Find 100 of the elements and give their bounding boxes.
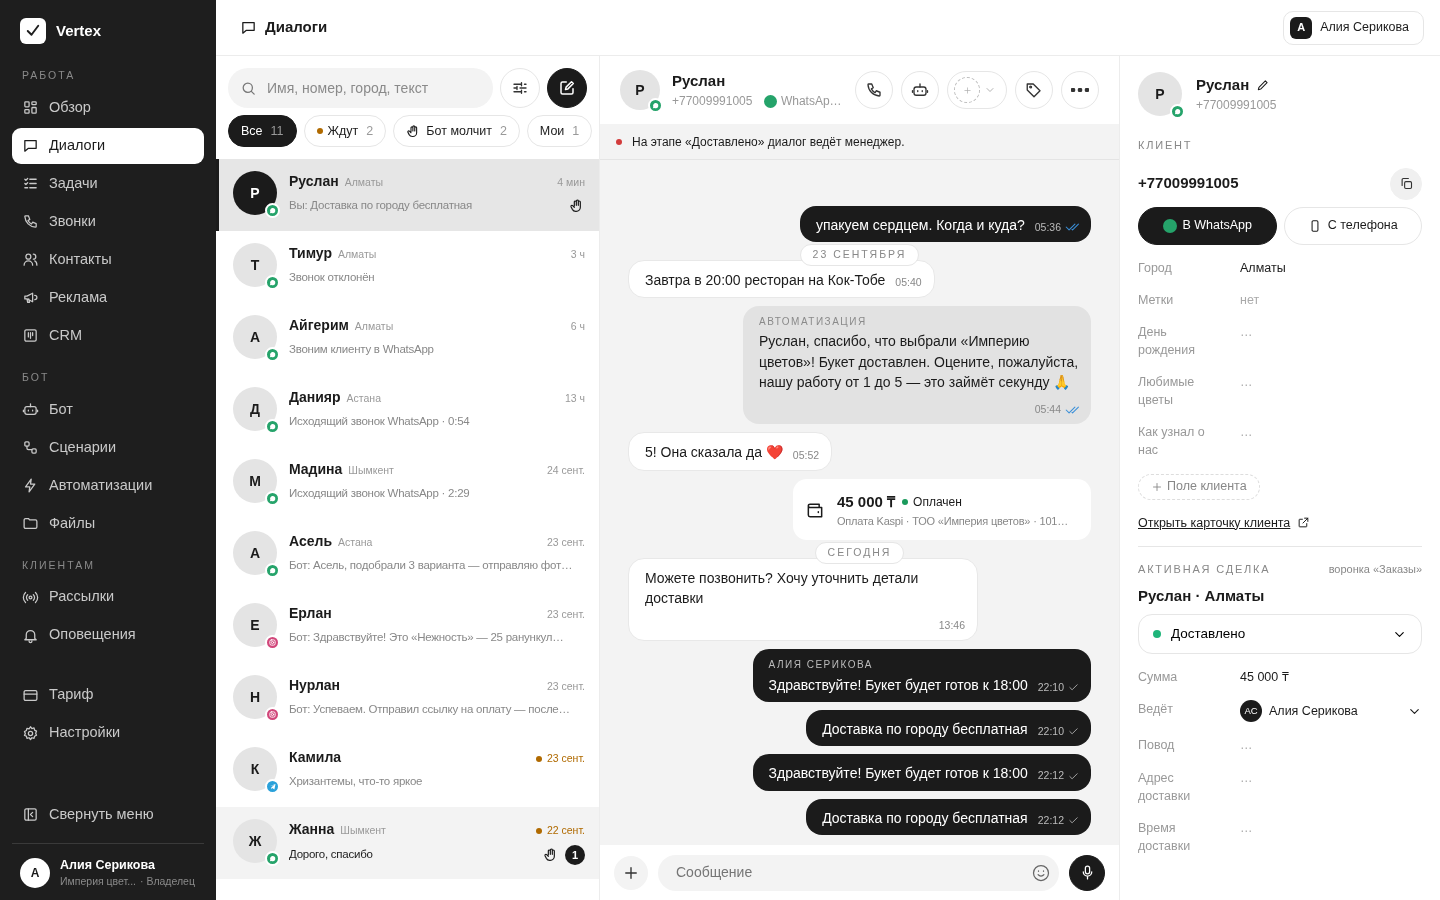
- conversation-item[interactable]: Е Ерлан 23 сент. Бот: Здравствуйте! Это «Нежность» — 25 ранункул…: [216, 591, 599, 663]
- status-dot: [616, 138, 622, 145]
- sliders-icon: [511, 79, 529, 97]
- compose-button[interactable]: [547, 68, 587, 108]
- nav-item[interactable]: CRM: [12, 317, 204, 354]
- nav-item[interactable]: Тариф: [12, 677, 204, 714]
- field-label: Адрес доставки: [1138, 769, 1192, 805]
- nav-item[interactable]: Задачи: [12, 165, 204, 202]
- message-time: 6 ч: [570, 319, 585, 334]
- field-label: День рождения: [1138, 323, 1197, 359]
- call-option-button[interactable]: В WhatsApp: [1138, 206, 1277, 245]
- message-preview: Хризантемы, что-то яркое: [289, 774, 424, 789]
- contact-city: Алматы: [337, 247, 377, 262]
- filter-chip[interactable]: Бот молчит 2: [393, 115, 520, 147]
- nav-item[interactable]: Обзор: [12, 89, 204, 126]
- attach-button[interactable]: [614, 855, 648, 890]
- field-value: нет: [1240, 291, 1260, 309]
- contact-avatar: Ж: [233, 819, 277, 863]
- conversation-item[interactable]: Р Руслан Алматы 4 мин Вы: Доставка по городу бесплатная: [216, 159, 599, 231]
- conversation-item[interactable]: К Камила 23 сент. Хризантемы, что-то яркое: [216, 735, 599, 807]
- collapse-menu-button[interactable]: Свернуть меню: [12, 796, 204, 833]
- banner-text: На этапе «Доставлено» диалог ведёт менеджер.: [632, 133, 905, 151]
- contact-name: Руслан: [1196, 74, 1250, 95]
- nav-item[interactable]: Бот: [12, 391, 204, 428]
- nav-item[interactable]: Оповещения: [12, 617, 204, 654]
- unread-count: 1: [565, 845, 585, 865]
- message-preview: Исходящий звонок WhatsApp · 2:29: [289, 486, 471, 501]
- message-time: 22:10: [1037, 724, 1064, 740]
- payment-status: Оплачен: [913, 494, 962, 511]
- search-input[interactable]: Имя, номер, город, текст: [265, 73, 481, 103]
- conversation-item[interactable]: Т Тимур Алматы 3 ч Звонок отклонён: [216, 231, 599, 303]
- contact-avatar: М: [233, 459, 277, 503]
- field-label: Сумма: [1138, 669, 1179, 687]
- pencil-icon[interactable]: [1256, 78, 1271, 92]
- contact-name: Ерлан: [289, 604, 332, 623]
- contact-name: Асель: [289, 532, 332, 551]
- more-button[interactable]: [1061, 71, 1099, 109]
- conversation-item[interactable]: М Мадина Шымкент 24 сент. Исходящий звонок WhatsApp · 2:29: [216, 447, 599, 519]
- emoji-icon: [1031, 862, 1051, 883]
- field-label: Повод: [1138, 737, 1176, 755]
- contact-city: Шымкент: [348, 463, 394, 478]
- client-card-link[interactable]: Открыть карточку клиента: [1138, 513, 1291, 533]
- conversation-item[interactable]: А Айгерим Алматы 6 ч Звоним клиенту в WhatsApp: [216, 303, 599, 375]
- nav-item[interactable]: Звонки: [12, 203, 204, 240]
- add-field-button[interactable]: Поле клиента: [1138, 473, 1260, 500]
- message-preview: Звоним клиенту в WhatsApp: [289, 342, 435, 357]
- filter-chip[interactable]: Все 11: [228, 115, 297, 147]
- contact-name: Камила: [289, 748, 342, 767]
- user-role: · Владелец: [139, 874, 195, 890]
- conversation-item[interactable]: А Асель Астана 23 сент. Бот: Асель, подобрали 3 варианта — отправляю фот…: [216, 519, 599, 591]
- filter-button[interactable]: [500, 68, 540, 108]
- message-time: 3 ч: [570, 247, 585, 262]
- page-title: Диалоги: [265, 17, 328, 38]
- conversation-item[interactable]: Д Данияр Астана 13 ч Исходящий звонок WhatsApp · 0:54: [216, 375, 599, 447]
- tag-button[interactable]: [1015, 71, 1053, 109]
- nav-item[interactable]: Рассылки: [12, 579, 204, 616]
- field-value: …: [1240, 769, 1253, 787]
- search-field[interactable]: Имя, номер, город, текст: [228, 68, 493, 108]
- call-option-button[interactable]: С телефона: [1283, 206, 1422, 245]
- contact-city: Алматы: [344, 175, 384, 190]
- gear-icon: [22, 724, 39, 742]
- field-label: Метки: [1138, 291, 1175, 309]
- nav-item[interactable]: Сценарии: [12, 429, 204, 466]
- field-value: 45 000 ₸: [1240, 669, 1289, 687]
- conversation-item[interactable]: Ж Жанна Шымкент 22 сент. Дорого, спасибо 1: [216, 807, 599, 879]
- message-field[interactable]: Сообщение: [658, 854, 1059, 891]
- user-chip[interactable]: А Алия Серикова: [1283, 10, 1424, 45]
- contact-avatar: Н: [233, 675, 277, 719]
- contact-city: Шымкент: [340, 823, 386, 838]
- external-link-icon: [1297, 516, 1311, 530]
- grid-icon: [22, 99, 39, 117]
- field-value: …: [1240, 737, 1253, 755]
- message-preview: Бот: Успеваем. Отправил ссылку на оплату — после…: [289, 702, 571, 717]
- message-time: 22:12: [1037, 768, 1064, 784]
- contact-avatar: Е: [233, 603, 277, 647]
- nav-item[interactable]: Файлы: [12, 505, 204, 542]
- filter-chip[interactable]: Мои 1: [526, 115, 593, 147]
- payment-details: Оплата Kaspi · ТОО «Империя цветов» · 101…: [837, 514, 1068, 530]
- filter-chip[interactable]: Ждут 2: [303, 115, 387, 147]
- deal-title: Руслан · Алматы: [1138, 585, 1266, 606]
- message-time: 23 сент.: [546, 679, 585, 694]
- message-preview: Звонок отклонён: [289, 270, 376, 285]
- nav-item[interactable]: Настройки: [12, 715, 204, 752]
- message-time: 4 мин: [557, 175, 585, 190]
- call-button[interactable]: [855, 71, 893, 109]
- copy-button[interactable]: [1390, 167, 1422, 200]
- voice-button[interactable]: [1069, 854, 1105, 891]
- contact-name: Нурлан: [289, 676, 341, 695]
- nav-item[interactable]: Автоматизации: [12, 467, 204, 504]
- nav-item[interactable]: Контакты: [12, 241, 204, 278]
- paid-dot: [902, 499, 909, 505]
- conversation-item[interactable]: Н Нурлан 23 сент. Бот: Успеваем. Отправил ссылку на оплату — после…: [216, 663, 599, 735]
- message-time: 13:46: [938, 618, 965, 634]
- message-time: 22:10: [1037, 679, 1064, 695]
- more-icon: [1071, 88, 1089, 92]
- logo-icon: [20, 18, 46, 44]
- stage-select[interactable]: Доставлено: [1138, 614, 1422, 655]
- nav-item[interactable]: Реклама: [12, 279, 204, 316]
- bot-button[interactable]: [901, 71, 939, 109]
- nav-item[interactable]: Диалоги: [12, 127, 204, 164]
